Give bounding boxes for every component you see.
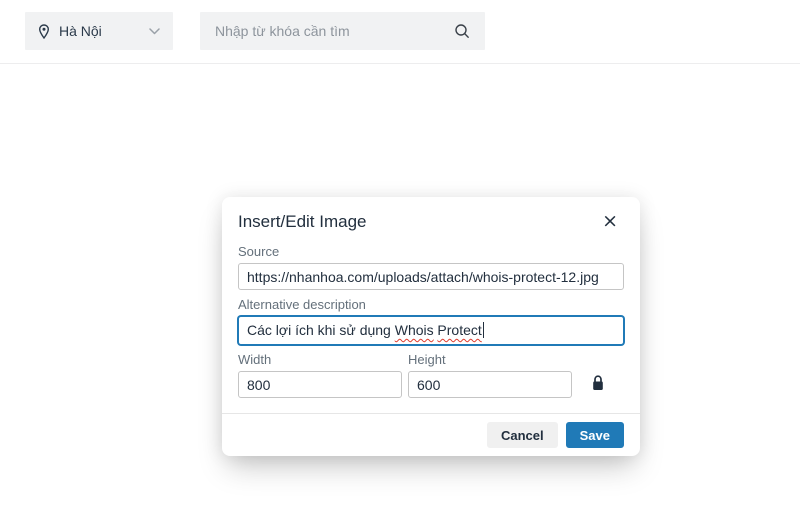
alt-description-label: Alternative description	[238, 297, 624, 312]
height-label: Height	[408, 352, 572, 367]
text-caret	[483, 322, 484, 338]
map-pin-icon	[38, 24, 50, 39]
dialog-footer: Cancel Save	[222, 413, 640, 456]
topbar-divider	[0, 63, 800, 64]
alt-text: Các lợi ích khi sử dụng	[247, 322, 395, 338]
dialog-header: Insert/Edit Image ×	[222, 197, 640, 235]
location-selector[interactable]: Hà Nội	[25, 12, 173, 50]
save-button[interactable]: Save	[566, 422, 624, 448]
lock-icon[interactable]	[589, 372, 607, 394]
misspelled-word: Whois	[395, 322, 434, 338]
search-icon	[454, 23, 470, 39]
alt-description-input[interactable]: Các lợi ích khi sử dụng WhoisProtect	[238, 316, 624, 345]
dialog-title: Insert/Edit Image	[238, 212, 367, 232]
source-input[interactable]	[238, 263, 624, 290]
location-label: Hà Nội	[59, 23, 102, 39]
width-field: Width	[238, 345, 402, 398]
width-input[interactable]	[238, 371, 402, 398]
constrain-proportions	[572, 345, 624, 398]
close-icon[interactable]: ×	[596, 210, 624, 233]
height-input[interactable]	[408, 371, 572, 398]
width-label: Width	[238, 352, 402, 367]
search-box	[200, 12, 485, 50]
search-button[interactable]	[454, 23, 470, 39]
dialog-body: Source Alternative description Các lợi í…	[222, 235, 640, 398]
chevron-down-icon	[149, 28, 160, 35]
insert-edit-image-dialog: Insert/Edit Image × Source Alternative d…	[222, 197, 640, 456]
search-input[interactable]	[215, 23, 446, 39]
size-row: Width Height	[238, 345, 624, 398]
height-field: Height	[408, 345, 572, 398]
page: Hà Nội Insert/Edit Image × Source	[0, 0, 800, 521]
cancel-button[interactable]: Cancel	[487, 422, 558, 448]
source-label: Source	[238, 244, 624, 259]
misspelled-word: Protect	[437, 322, 481, 338]
